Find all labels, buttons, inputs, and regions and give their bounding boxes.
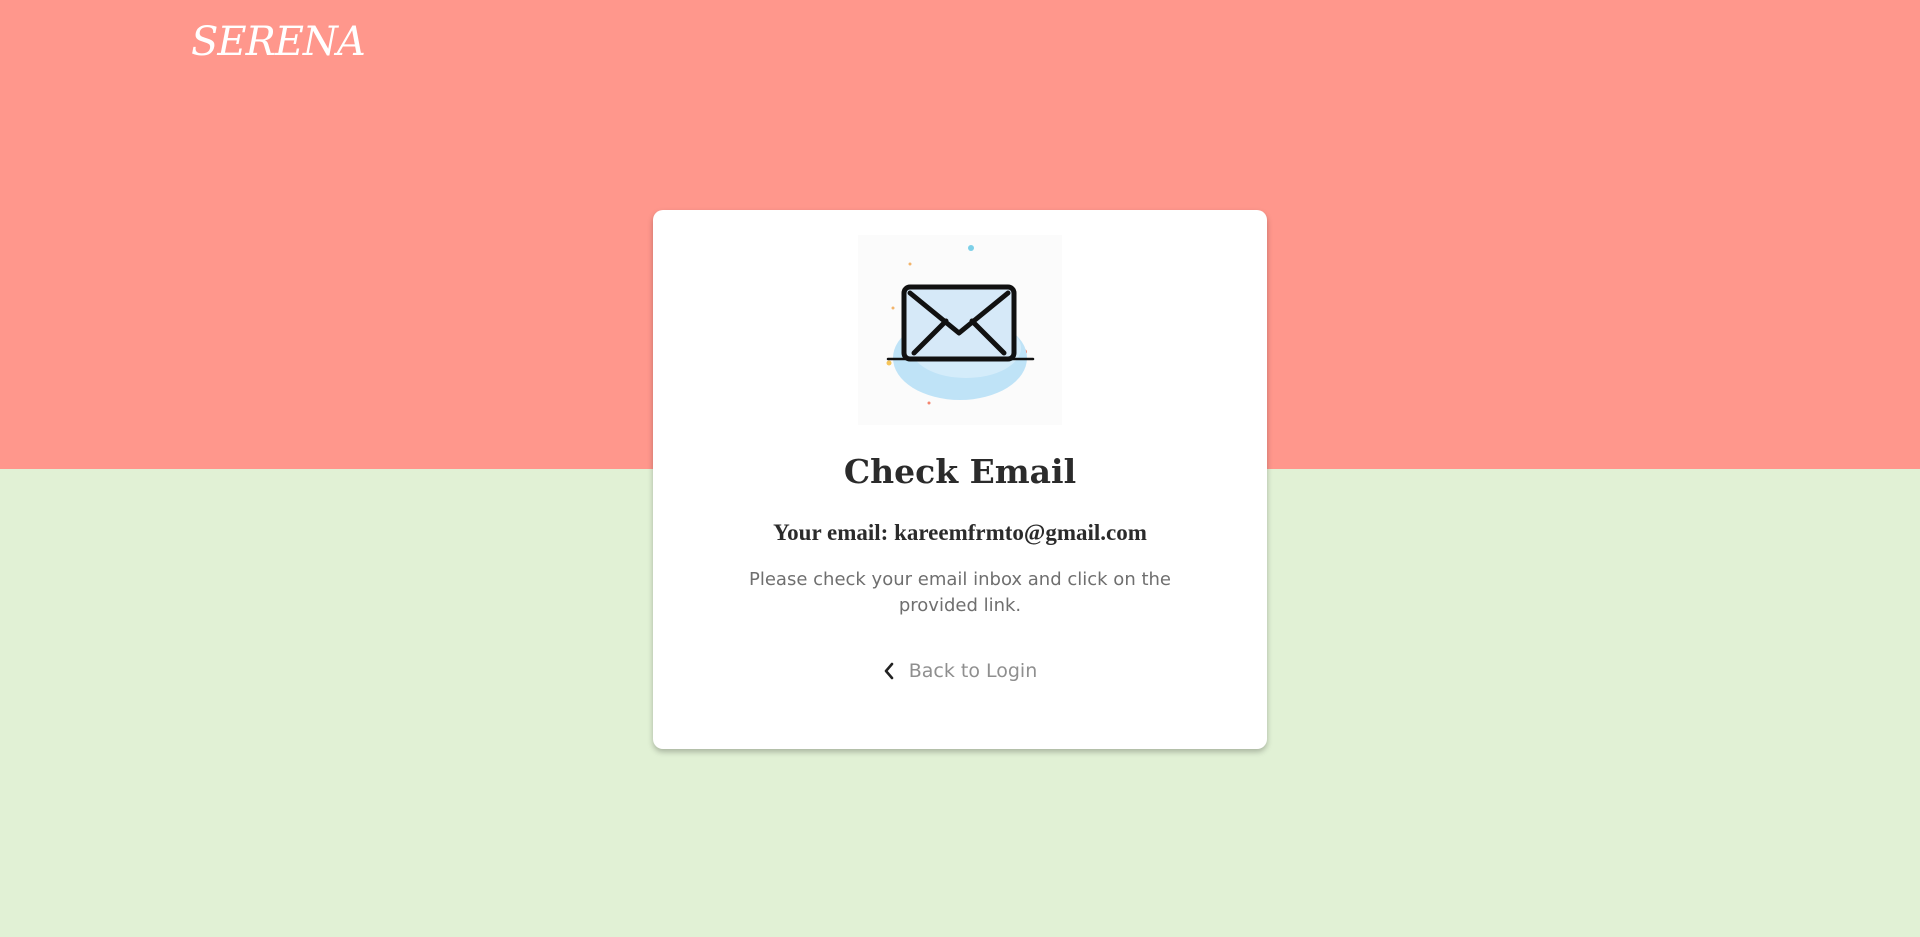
back-to-login-label: Back to Login [908, 660, 1038, 682]
instruction-message: Please check your email inbox and click … [749, 569, 1171, 616]
page: SERENA Check Email Your email: kareemfrm… [0, 0, 1920, 937]
check-email-card: Check Email Your email: kareemfrmto@gmai… [653, 210, 1267, 749]
user-email-text: Your email: kareemfrmto@gmail.com [773, 520, 1147, 545]
back-to-login-link[interactable]: Back to Login [653, 660, 1267, 682]
envelope-icon [858, 235, 1062, 425]
brand-logo[interactable]: SERENA [191, 22, 366, 62]
page-title: Check Email [843, 452, 1077, 491]
chevron-left-icon [883, 662, 895, 680]
